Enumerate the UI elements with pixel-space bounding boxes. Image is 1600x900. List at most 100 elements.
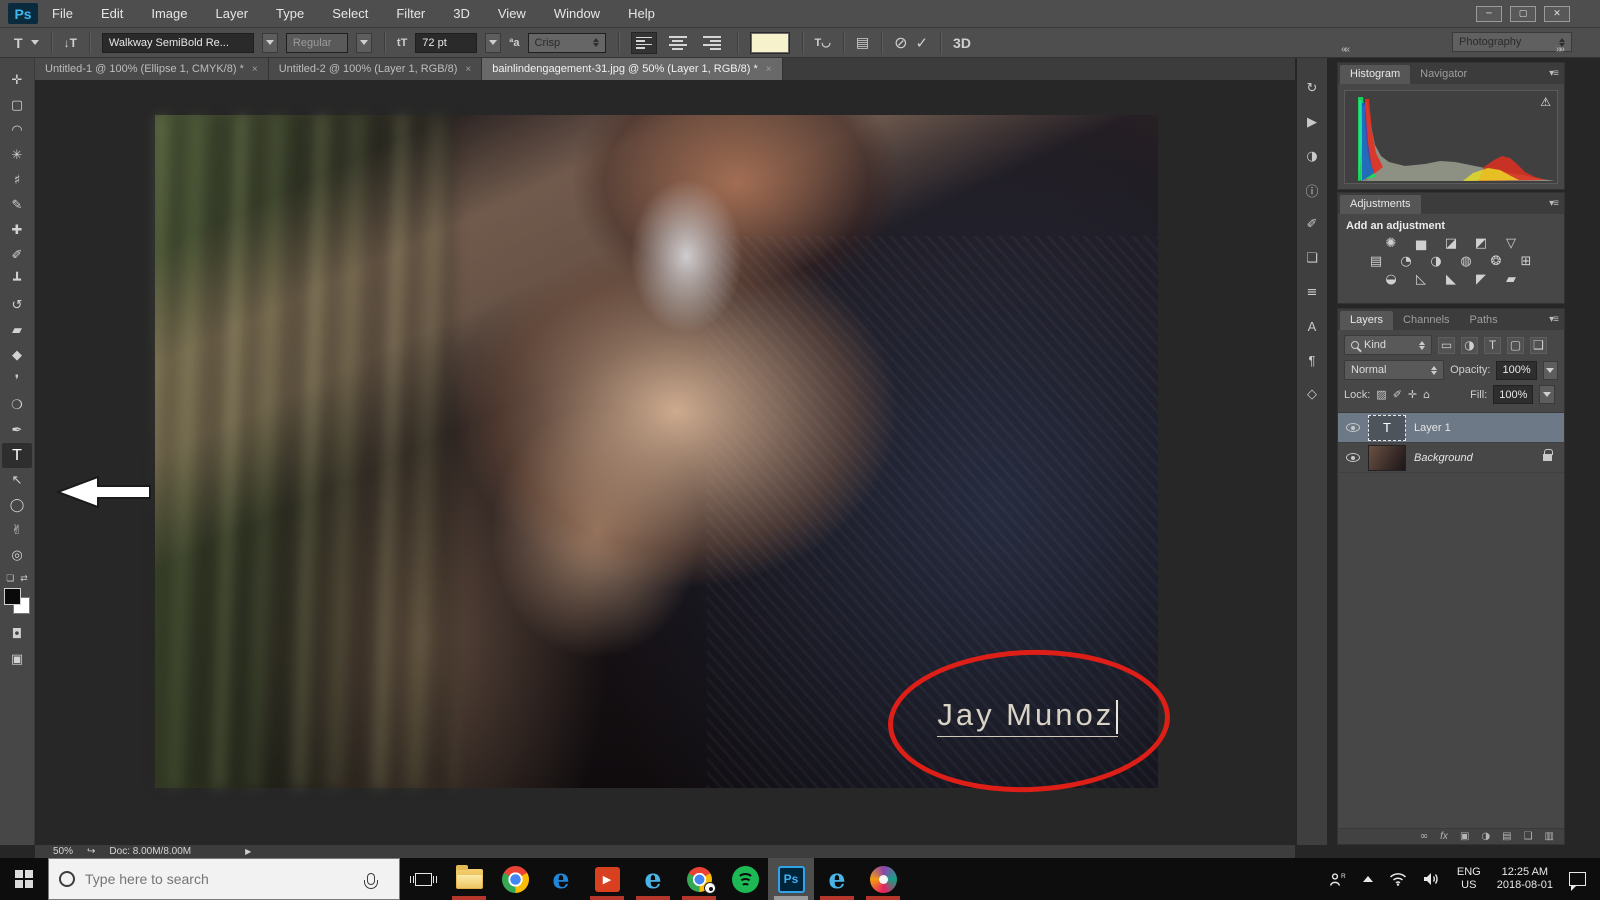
channel-mixer-icon[interactable]: ❂ — [1487, 254, 1505, 269]
3d-text-button[interactable]: 3D — [953, 35, 971, 51]
layer-mask-icon[interactable]: ▣ — [1460, 831, 1469, 842]
color-lookup-icon[interactable]: ⊞ — [1517, 254, 1535, 269]
menu-file[interactable]: File — [38, 0, 87, 28]
crop-tool[interactable]: ♯ — [2, 168, 32, 193]
layer-effects-icon[interactable]: fx — [1440, 831, 1448, 842]
styles-panel-icon[interactable]: ◑ — [1299, 146, 1325, 166]
menu-window[interactable]: Window — [540, 0, 614, 28]
lock-all-icon[interactable]: ⌂ — [1423, 388, 1430, 401]
menu-view[interactable]: View — [484, 0, 540, 28]
toggle-panels-button[interactable]: ▤ — [856, 35, 869, 51]
font-style-caret[interactable] — [355, 32, 372, 53]
exposure-icon[interactable]: ◩ — [1472, 236, 1490, 251]
fill-caret[interactable] — [1539, 385, 1556, 404]
lock-position-icon[interactable]: ✛ — [1408, 388, 1417, 401]
layer-row-background[interactable]: Background — [1338, 443, 1564, 473]
quick-mask-button[interactable]: ◘ — [2, 622, 32, 647]
share-icon[interactable]: ↪ — [87, 846, 95, 857]
layer-name[interactable]: Background — [1414, 452, 1473, 464]
doc-tab-bainlindengagement[interactable]: bainlindengagement-31.jpg @ 50% (Layer 1… — [482, 58, 783, 80]
foreground-color-swatch[interactable] — [4, 588, 21, 605]
lock-paint-icon[interactable]: ✐ — [1393, 388, 1402, 401]
brush-panel-icon[interactable]: ✐ — [1299, 214, 1325, 234]
taskbar-search[interactable] — [48, 858, 400, 900]
tab-paths[interactable]: Paths — [1460, 311, 1508, 330]
selective-color-icon[interactable]: ▰ — [1502, 272, 1520, 287]
menu-image[interactable]: Image — [137, 0, 201, 28]
dodge-tool[interactable]: ❍ — [2, 393, 32, 418]
gradient-tool[interactable]: ◆ — [2, 343, 32, 368]
opacity-caret[interactable] — [1542, 360, 1558, 380]
filter-shape-layers-icon[interactable]: ▢ — [1507, 336, 1524, 354]
collapse-panels-icon[interactable]: «« — [1341, 44, 1350, 55]
tab-close-icon[interactable]: × — [465, 64, 471, 75]
font-size-field[interactable]: 72 pt — [415, 32, 478, 53]
language-indicator[interactable]: ENG US — [1457, 866, 1481, 892]
layer-row-layer-1[interactable]: T Layer 1 — [1338, 413, 1564, 443]
font-family-caret[interactable] — [261, 32, 278, 53]
type-tool[interactable]: T — [2, 443, 32, 468]
screen-mode-button[interactable]: ▣ — [2, 647, 32, 672]
taskbar-paint-3d[interactable] — [860, 858, 906, 900]
filter-smart-objects-icon[interactable]: ❑ — [1530, 336, 1547, 354]
layer-comps-panel-icon[interactable]: ≡ — [1299, 282, 1325, 302]
color-balance-icon[interactable]: ◔ — [1397, 254, 1415, 269]
align-center-button[interactable] — [665, 32, 691, 54]
eyedropper-tool[interactable]: ✎ — [2, 193, 32, 218]
taskbar-spotify[interactable] — [722, 858, 768, 900]
doc-tab-untitled-2[interactable]: Untitled-2 @ 100% (Layer 1, RGB/8) × — [268, 58, 483, 80]
opacity-value[interactable]: 100% — [1496, 360, 1537, 380]
history-panel-icon[interactable]: ↻ — [1299, 78, 1325, 98]
tool-preset-caret-icon[interactable] — [30, 40, 39, 45]
quick-selection-tool[interactable]: ✳ — [2, 143, 32, 168]
zoom-level[interactable]: 50% — [53, 846, 73, 857]
wifi-icon[interactable] — [1389, 872, 1407, 886]
align-left-button[interactable] — [630, 31, 657, 54]
taskbar-file-explorer[interactable] — [446, 858, 492, 900]
blur-tool[interactable]: ❜ — [2, 368, 32, 393]
ellipse-tool[interactable]: ◯ — [2, 493, 32, 518]
text-layer-thumbnail[interactable]: T — [1368, 414, 1406, 441]
volume-icon[interactable] — [1423, 872, 1441, 886]
visibility-eye-icon[interactable] — [1346, 423, 1360, 432]
tab-histogram[interactable]: Histogram — [1340, 65, 1411, 84]
pen-tool[interactable]: ✒ — [2, 418, 32, 443]
lasso-tool[interactable]: ◠ — [2, 118, 32, 143]
invert-icon[interactable]: ◒ — [1382, 272, 1400, 287]
commit-edits-button[interactable]: ✓ — [915, 34, 928, 52]
expand-panels-icon[interactable]: »» — [1556, 44, 1565, 55]
clone-stamp-tool[interactable]: ┻ — [2, 268, 32, 293]
panel-menu-icon[interactable]: ▾≡ — [1549, 68, 1559, 79]
blend-mode-select[interactable]: Normal — [1344, 360, 1445, 380]
restore-button[interactable]: ▢ — [1510, 5, 1536, 22]
visibility-eye-icon[interactable] — [1346, 453, 1360, 462]
posterize-icon[interactable]: ◺ — [1412, 272, 1430, 287]
eraser-tool[interactable]: ▰ — [2, 318, 32, 343]
taskbar-movies-tv[interactable]: ▶ — [584, 858, 630, 900]
new-adjustment-layer-icon[interactable]: ◑ — [1481, 831, 1490, 842]
swap-colors-icon[interactable]: ⇄ — [20, 574, 28, 584]
vibrance-icon[interactable]: ▽ — [1502, 236, 1520, 251]
taskbar-chrome-game[interactable] — [676, 858, 722, 900]
default-colors-icon[interactable]: ❏ — [6, 574, 14, 584]
taskbar-chrome[interactable] — [492, 858, 538, 900]
menu-edit[interactable]: Edit — [87, 0, 137, 28]
font-style-field[interactable]: Regular — [285, 32, 348, 53]
close-button[interactable]: ✕ — [1544, 5, 1570, 22]
actions-panel-icon[interactable]: ▶ — [1299, 112, 1325, 132]
filter-adjustment-layers-icon[interactable]: ◑ — [1461, 336, 1478, 354]
menu-help[interactable]: Help — [614, 0, 669, 28]
filter-pixel-layers-icon[interactable]: ▭ — [1438, 336, 1455, 354]
tab-channels[interactable]: Channels — [1393, 311, 1459, 330]
healing-brush-tool[interactable]: ✚ — [2, 218, 32, 243]
menu-layer[interactable]: Layer — [202, 0, 263, 28]
warp-text-button[interactable]: T◡ — [815, 36, 831, 49]
panel-menu-icon[interactable]: ▾≡ — [1549, 198, 1559, 209]
panel-menu-icon[interactable]: ▾≡ — [1549, 314, 1559, 325]
workspace-select[interactable]: Photography — [1452, 32, 1572, 52]
status-options-arrow[interactable]: ▶ — [245, 847, 251, 856]
hand-tool[interactable]: ✌ — [2, 518, 32, 543]
taskbar-internet-explorer[interactable]: e — [630, 858, 676, 900]
action-center-icon[interactable] — [1569, 872, 1586, 891]
text-orientation-button[interactable]: ↓T — [64, 36, 77, 50]
